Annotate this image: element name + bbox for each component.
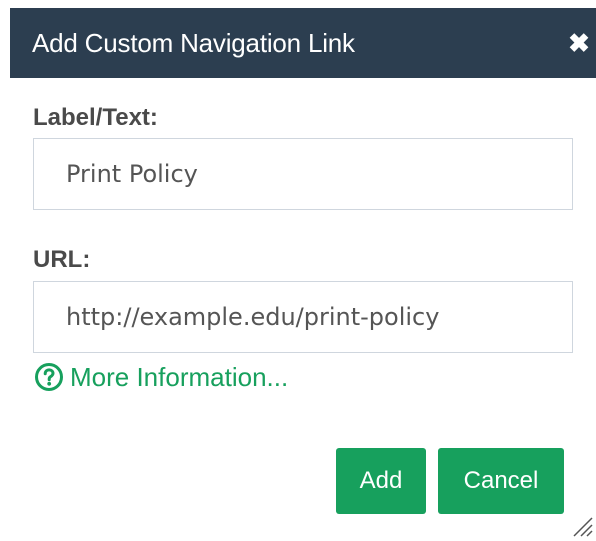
dialog-titlebar: Add Custom Navigation Link ✖ (10, 8, 596, 78)
url-input[interactable] (33, 281, 573, 353)
dialog-title: Add Custom Navigation Link (32, 28, 355, 58)
cancel-button[interactable]: Cancel (438, 448, 564, 514)
more-information-link[interactable]: More Information... (34, 361, 288, 393)
label-text-label: Label/Text: (33, 104, 158, 131)
help-circle-icon (35, 363, 63, 391)
url-label: URL: (33, 246, 91, 273)
label-text-input[interactable] (33, 138, 573, 210)
resize-handle-icon[interactable] (572, 516, 594, 538)
add-button[interactable]: Add (336, 448, 426, 514)
add-custom-navigation-link-dialog: Add Custom Navigation Link ✖ Label/Text:… (0, 0, 596, 541)
close-icon[interactable]: ✖ (566, 28, 592, 58)
more-information-text: More Information... (70, 362, 289, 392)
